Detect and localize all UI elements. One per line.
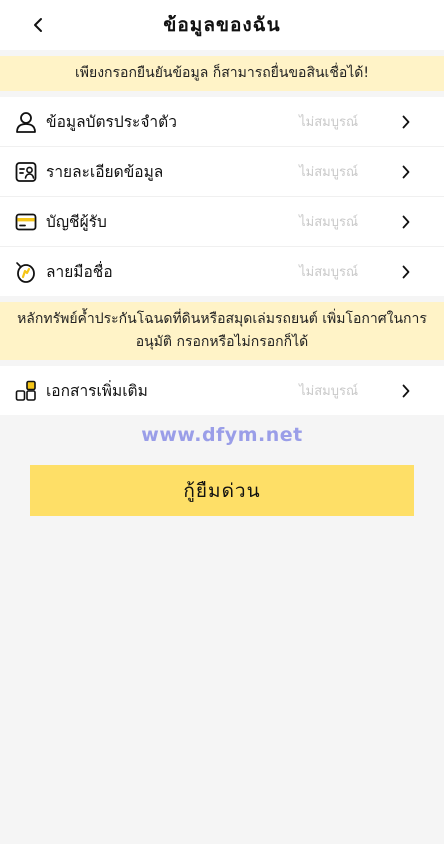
row-label: เอกสารเพิ่มเติม [46,382,148,400]
chevron-right-icon [398,112,414,132]
chevron-left-icon [34,18,42,32]
row-extra-documents[interactable]: เอกสารเพิ่มเติม ไม่สมบูรณ์ [0,366,444,415]
extra-documents-list: เอกสารเพิ่มเติม ไม่สมบูรณ์ [0,366,444,415]
documents-icon [14,379,38,403]
chevron-right-icon [398,262,414,282]
back-button[interactable] [26,11,50,39]
signature-icon [14,260,38,284]
row-label: ข้อมูลบัตรประจำตัว [46,113,177,131]
status-text: ไม่สมบูรณ์ [299,165,358,180]
row-identity-card[interactable]: ข้อมูลบัตรประจำตัว ไม่สมบูรณ์ [0,97,444,147]
notice-banner: เพียงกรอกยืนยันข้อมูล ก็สามารถยื่นขอสินเ… [0,56,444,91]
quick-loan-button[interactable]: กู้ยืมด่วน [30,465,414,516]
row-label: บัญชีผู้รับ [46,213,107,231]
id-card-icon [14,160,38,184]
page-title: ข้อมูลของฉัน [163,14,281,36]
row-label: รายละเอียดข้อมูล [46,163,164,181]
chevron-right-icon [398,381,414,401]
header-bar: ข้อมูลของฉัน [0,0,444,50]
status-text: ไม่สมบูรณ์ [299,265,358,280]
row-signature[interactable]: ลายมือชื่อ ไม่สมบูรณ์ [0,247,444,296]
watermark-text: www.dfym.net [141,424,303,446]
info-list: ข้อมูลบัตรประจำตัว ไม่สมบูรณ์ รายละเอียด… [0,97,444,296]
credit-card-icon [14,210,38,234]
status-text: ไม่สมบูรณ์ [299,215,358,230]
person-icon [14,110,38,134]
chevron-right-icon [398,162,414,182]
status-text: ไม่สมบูรณ์ [299,384,358,399]
status-text: ไม่สมบูรณ์ [299,115,358,130]
row-label: ลายมือชื่อ [46,263,113,281]
row-details[interactable]: รายละเอียดข้อมูล ไม่สมบูรณ์ [0,147,444,197]
chevron-right-icon [398,212,414,232]
collateral-notice: หลักทรัพย์ค้ำประกันโฉนดที่ดินหรือสมุดเล่… [0,302,444,360]
row-recipient-account[interactable]: บัญชีผู้รับ ไม่สมบูรณ์ [0,197,444,247]
